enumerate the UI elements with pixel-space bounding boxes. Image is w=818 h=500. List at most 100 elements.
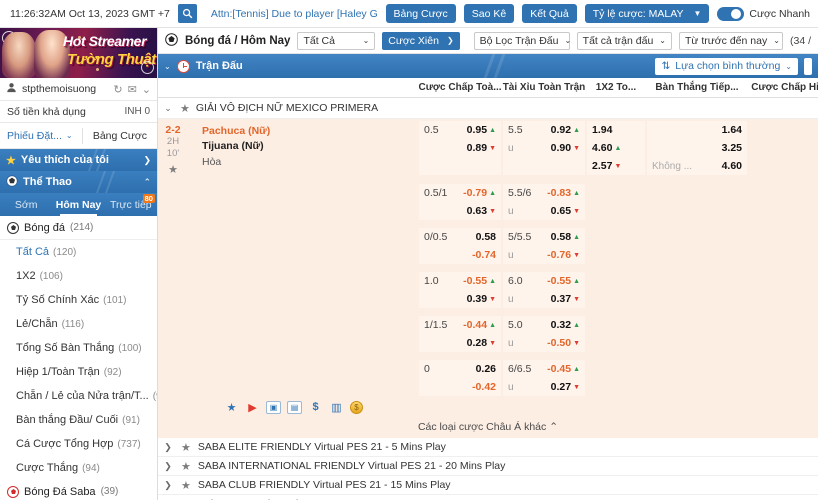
star-icon[interactable]: ★ (181, 441, 191, 454)
results-button[interactable]: Kết Quả (522, 4, 577, 23)
star-icon[interactable]: ★ (180, 102, 190, 115)
odds-line[interactable]: 0 0.26 (419, 360, 501, 378)
filter-all-select[interactable]: Tất Cả ⌄ (297, 31, 376, 50)
odds-line[interactable]: 0.5/1 -0.79 ▲ (419, 184, 501, 202)
time-range-select[interactable]: Từ trước đến nay ⌄ (678, 31, 783, 50)
sidebar-item-tat-ca[interactable]: Tất Cả (120) (0, 240, 157, 264)
tab-today[interactable]: Hôm Nay (52, 193, 104, 216)
odds-line[interactable]: u 0.65 ▼ (503, 202, 585, 220)
odds-line[interactable]: -0.74 (419, 246, 501, 264)
odds-line[interactable]: u -0.76 ▼ (503, 246, 585, 264)
sidebar-item-half-odd-even[interactable]: Chẵn / Lẻ của Nửa trận/T... (91) (0, 384, 157, 408)
mail-icon[interactable]: ✉ (128, 83, 137, 96)
sidebar-item-odd-even[interactable]: Lẻ/Chẵn (116) (0, 312, 157, 336)
odds-line[interactable]: -0.42 (419, 378, 501, 396)
league-header-row[interactable]: ⌄ ★ GIẢI VÔ ĐỊCH NỮ MEXICO PRIMERA (158, 98, 818, 119)
search-icon[interactable] (177, 4, 197, 23)
coin-icon[interactable]: $ (350, 400, 363, 414)
chevron-right-icon[interactable]: ❯ (162, 442, 174, 453)
star-icon[interactable]: ★ (181, 460, 191, 473)
more-asian-bets-button[interactable]: Các loại cược Châu Á khác ⌃ (158, 418, 818, 438)
odds-line[interactable]: 1/1.5 -0.44 ▲ (419, 316, 501, 334)
odds-value: -0.50 (547, 337, 572, 349)
odds-value: -0.42 (472, 381, 496, 393)
sidebar-sport-football[interactable]: Bóng đá (214) (0, 216, 157, 240)
star-icon[interactable]: ★ (224, 401, 239, 414)
odds-line[interactable]: 1.64 (647, 121, 747, 139)
chevron-down-icon[interactable]: ⌄ (164, 62, 171, 71)
odds-line[interactable]: u -0.50 ▼ (503, 334, 585, 352)
odds-line[interactable]: 0.28 ▼ (419, 334, 501, 352)
odds-line[interactable]: 0.39 ▼ (419, 290, 501, 308)
odds-line[interactable]: 0.89 ▼ (419, 139, 501, 157)
dollar-icon[interactable]: $ (308, 401, 323, 414)
odds-line[interactable]: 1.0 -0.55 ▲ (419, 272, 501, 290)
odds-type-select[interactable]: Tỷ lệ cược: MALAY ▼ (584, 4, 710, 23)
list-item[interactable]: ❯ ★ SABA CLUB FRIENDLY Virtual PES 21 - … (158, 476, 818, 495)
odds-line[interactable]: 5.5/6 -0.83 ▲ (503, 184, 585, 202)
tv-icon[interactable]: ▤ (287, 400, 302, 414)
sidebar-item-outright[interactable]: Cược Thắng (94) (0, 456, 157, 480)
quick-bet-toggle-group[interactable]: Cược Nhanh (717, 6, 812, 21)
odds-line[interactable]: 0/0.5 0.58 (419, 228, 501, 246)
odds-line[interactable]: u 0.90 ▼ (503, 139, 585, 157)
chevron-right-icon[interactable]: ❯ (162, 461, 174, 472)
odds-value: 1.94 (592, 124, 613, 136)
odds-line[interactable]: 6/6.5 -0.45 ▲ (503, 360, 585, 378)
odds-row-3: 0/0.5 0.58 -0.74 5/5.5 0.58 ▲ u -0.76 ▼ (418, 226, 818, 264)
sidebar-item-sports[interactable]: Thể Thao ⌃ (0, 171, 157, 193)
odds-line[interactable]: u 0.27 ▼ (503, 378, 585, 396)
list-item[interactable]: ❯ ★ SABA INTERNATIONAL FRIENDLY Virtual … (158, 457, 818, 476)
chevron-down-icon: ⌄ (659, 36, 666, 45)
bet-board-button[interactable]: Bảng Cược (83, 130, 157, 142)
odds-line[interactable]: 4.60 ▲ (587, 139, 645, 157)
odds-line[interactable]: Không ... 4.60 (647, 157, 747, 175)
arrow-up-icon: ▲ (573, 233, 580, 241)
sort-extra-button[interactable] (804, 57, 812, 75)
chevron-right-icon[interactable]: ❯ (162, 480, 174, 491)
server-clock: 11:26:32AM Oct 13, 2023 GMT +7 (10, 7, 170, 20)
odds-line[interactable]: 5.0 0.32 ▲ (503, 316, 585, 334)
video-icon[interactable]: ▣ (266, 400, 281, 414)
sidebar-item-favorites[interactable]: ★ Yêu thích của tôi ❯ (0, 149, 157, 171)
odds-line[interactable]: 6.0 -0.55 ▲ (503, 272, 585, 290)
bet-slip-select[interactable]: Phiếu Đặt... ⌄ (0, 130, 82, 142)
odds-line[interactable]: 5/5.5 0.58 ▲ (503, 228, 585, 246)
odds-line[interactable]: 5.5 0.92 ▲ (503, 121, 585, 139)
list-item[interactable]: ❯ ★ SABA ELITE FRIENDLY Virtual PES 21 -… (158, 438, 818, 457)
star-icon[interactable]: ★ (181, 479, 191, 492)
odds-value: -0.44 (463, 319, 488, 331)
list-item[interactable]: ❯ ★ Saba Soccer PinGoal (158, 495, 818, 500)
match-filter-select[interactable]: Bộ Lọc Trận Đấu ⌄ (473, 31, 571, 50)
sidebar-item-1x2[interactable]: 1X2 (106) (0, 264, 157, 288)
sort-select[interactable]: ⇅ Lựa chọn bình thường ⌄ (655, 57, 798, 75)
quick-bet-toggle[interactable] (717, 6, 745, 21)
odds-value: 0.58 (550, 231, 572, 243)
odds-line[interactable]: 0.63 ▼ (419, 202, 501, 220)
sidebar-item-half-full[interactable]: Hiệp 1/Toàn Trận (92) (0, 360, 157, 384)
sidebar-item-mix-parlay[interactable]: Cá Cược Tổng Hợp (737) (0, 432, 157, 456)
sidebar-item-total-goals[interactable]: Tổng Số Bàn Thắng (100) (0, 336, 157, 360)
parlay-button[interactable]: Cược Xiên ❯ (382, 31, 460, 50)
odds-line[interactable]: 3.25 (647, 139, 747, 157)
stats-icon[interactable]: ▥ (329, 401, 344, 414)
play-icon[interactable]: ▶ (245, 401, 260, 414)
all-matches-select[interactable]: Tất cả trận đấu ⌄ (576, 31, 672, 50)
odds-line[interactable]: 0.5 0.95 ▲ (419, 121, 501, 139)
odds-line[interactable]: 1.94 (587, 121, 645, 139)
tab-live[interactable]: Trực tiếp 80 (105, 193, 157, 216)
star-icon[interactable]: ★ (168, 163, 178, 176)
chevron-down-icon[interactable]: ⌄ (142, 83, 151, 96)
chevron-down-icon[interactable]: ⌄ (162, 103, 174, 114)
sidebar-item-correct-score[interactable]: Tỷ Số Chính Xác (101) (0, 288, 157, 312)
promo-banner[interactable]: Hot Streamer Tường Thuật (0, 28, 157, 78)
tab-early[interactable]: Sớm (0, 193, 52, 216)
odds-line[interactable]: u 0.37 ▼ (503, 290, 585, 308)
statement-button[interactable]: Sao Kê (463, 4, 515, 23)
bet-list-button[interactable]: Bảng Cược (385, 4, 456, 23)
refresh-icon[interactable]: ↻ (113, 83, 122, 96)
sidebar-item-first-last-goal[interactable]: Bàn thắng Đầu/ Cuối (91) (0, 408, 157, 432)
sidebar-sport-saba-football[interactable]: Bóng Đá Saba (39) (0, 480, 157, 500)
sidebar-item-count: (120) (53, 246, 77, 258)
odds-line[interactable]: 2.57 ▼ (587, 157, 645, 175)
